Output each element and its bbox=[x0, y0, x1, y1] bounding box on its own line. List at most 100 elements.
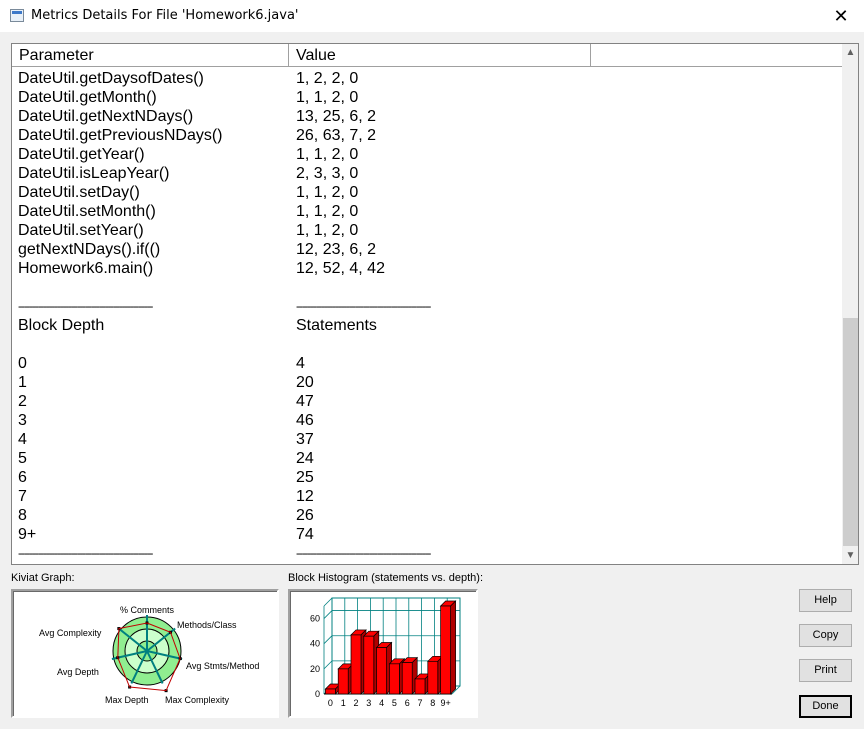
table-row[interactable]: 04 bbox=[12, 354, 842, 373]
histogram-x-tick-label: 7 bbox=[417, 698, 422, 708]
metrics-details-window: Metrics Details For File 'Homework6.java… bbox=[0, 0, 864, 729]
value-cell: 1, 1, 2, 0 bbox=[296, 222, 359, 239]
table-row[interactable]: DateUtil.getYear() 1, 1, 2, 0 bbox=[12, 145, 842, 164]
value-cell: ----------------------------------------… bbox=[296, 546, 431, 560]
value-cell: 47 bbox=[296, 393, 314, 410]
histogram-y-tick-label: 20 bbox=[310, 664, 320, 674]
histogram-bar bbox=[350, 634, 362, 695]
kiviat-axis-label: Max Depth bbox=[105, 695, 149, 705]
table-row[interactable]: DateUtil.getMonth() 1, 1, 2, 0 bbox=[12, 88, 842, 107]
value-cell: 1, 1, 2, 0 bbox=[296, 89, 359, 106]
table-row[interactable]: 4 37 bbox=[12, 430, 842, 449]
copy-button[interactable]: Copy bbox=[799, 624, 852, 647]
value-cell: 2, 3, 3, 0 bbox=[296, 165, 359, 182]
table-row[interactable] bbox=[12, 335, 842, 354]
histogram-bar-side bbox=[450, 600, 456, 695]
table-row[interactable] bbox=[12, 278, 842, 297]
table-row[interactable]: DateUtil.getPreviousNDays() 26, 63, 7, 2 bbox=[12, 126, 842, 145]
value-cell: 12, 23, 6, 2 bbox=[296, 241, 377, 258]
table-row[interactable]: ----------------------------------------… bbox=[12, 297, 842, 316]
value-cell: 46 bbox=[296, 412, 314, 429]
kiviat-axis-label: Max Complexity bbox=[165, 695, 230, 705]
parameter-cell: Homework6.main() bbox=[18, 260, 154, 277]
histogram-bar bbox=[440, 605, 451, 695]
metrics-list[interactable]: Parameter Value DateUtil.getDaysofDates(… bbox=[11, 43, 859, 565]
scroll-thumb[interactable] bbox=[843, 318, 858, 546]
help-button[interactable]: Help bbox=[799, 589, 852, 612]
histogram-y-tick-label: 0 bbox=[315, 689, 320, 699]
parameter-cell: DateUtil.getNextNDays() bbox=[18, 108, 194, 125]
histogram-y-tick-label: 60 bbox=[310, 614, 320, 624]
table-row[interactable]: 9+ 74 bbox=[12, 525, 842, 544]
histogram-x-tick-label: 1 bbox=[341, 698, 346, 708]
histogram-x-tick-label: 6 bbox=[405, 698, 410, 708]
histogram-bar bbox=[389, 663, 400, 695]
table-row[interactable]: 8 26 bbox=[12, 506, 842, 525]
parameter-cell: 3 bbox=[18, 412, 27, 429]
vertical-scrollbar[interactable]: ▲ ▼ bbox=[842, 44, 858, 564]
table-row[interactable]: 2 47 bbox=[12, 392, 842, 411]
scroll-up-icon[interactable]: ▲ bbox=[842, 44, 858, 61]
parameter-cell: ----------------------------------------… bbox=[18, 546, 153, 560]
histogram-grid-line bbox=[323, 635, 333, 644]
table-row[interactable]: Block Depth Statements bbox=[12, 316, 842, 335]
value-cell: 1, 1, 2, 0 bbox=[296, 146, 359, 163]
parameter-cell: ----------------------------------------… bbox=[18, 299, 153, 313]
kiviat-axis-label: Avg Stmts/Method bbox=[186, 661, 259, 671]
parameter-cell: DateUtil.isLeapYear() bbox=[18, 165, 170, 182]
column-header-value[interactable]: Value bbox=[289, 44, 591, 67]
histogram-y-tick-label: 40 bbox=[310, 639, 320, 649]
value-cell: 12 bbox=[296, 488, 314, 505]
parameter-cell: 9+ bbox=[18, 526, 37, 543]
histogram-x-tick-label: 9+ bbox=[440, 698, 450, 708]
parameter-cell: DateUtil.getYear() bbox=[18, 146, 145, 163]
table-row[interactable]: DateUtil.setMonth() 1, 1, 2, 0 bbox=[12, 202, 842, 221]
print-button[interactable]: Print bbox=[799, 659, 852, 682]
histogram-bar bbox=[414, 678, 426, 695]
histogram-bar bbox=[376, 647, 387, 695]
table-row[interactable]: 1 20 bbox=[12, 373, 842, 392]
parameter-cell: DateUtil.setMonth() bbox=[18, 203, 156, 220]
app-icon bbox=[10, 9, 24, 22]
parameter-cell: 6 bbox=[18, 469, 27, 486]
done-button[interactable]: Done bbox=[799, 695, 852, 718]
close-button[interactable]: ✕ bbox=[818, 0, 864, 32]
table-row[interactable]: 3 46 bbox=[12, 411, 842, 430]
table-row[interactable]: DateUtil.getDaysofDates() 1, 2, 2, 0 bbox=[12, 69, 842, 88]
value-cell: 1, 2, 2, 0 bbox=[296, 70, 359, 87]
histogram-grid-line bbox=[323, 660, 333, 670]
list-rows: DateUtil.getDaysofDates() 1, 2, 2, 0 DateU… bbox=[12, 69, 842, 563]
list-header: Parameter Value bbox=[12, 44, 842, 67]
table-row[interactable]: DateUtil.getNextNDays() 13, 25, 6, 2 bbox=[12, 107, 842, 126]
value-cell: Statements bbox=[296, 317, 377, 334]
parameter-cell: DateUtil.getMonth() bbox=[18, 89, 157, 106]
histogram-label: Block Histogram (statements vs. depth): bbox=[288, 572, 484, 584]
parameter-cell: getNextNDays().if(() bbox=[18, 241, 161, 258]
histogram-grid-line bbox=[323, 610, 333, 619]
table-row[interactable]: 6 25 bbox=[12, 468, 842, 487]
table-row[interactable]: DateUtil.setDay() 1, 1, 2, 0 bbox=[12, 183, 842, 202]
table-row[interactable]: DateUtil.isLeapYear() 2, 3, 3, 0 bbox=[12, 164, 842, 183]
table-row[interactable]: ----------------------------------------… bbox=[12, 544, 842, 563]
histogram-x-tick-label: 5 bbox=[392, 698, 397, 708]
table-row[interactable]: getNextNDays().if(() 12, 23, 6, 2 bbox=[12, 240, 842, 259]
histogram-bar bbox=[363, 635, 375, 695]
parameter-cell: DateUtil.getPreviousNDays() bbox=[18, 127, 223, 144]
table-row[interactable]: Homework6.main() 12, 52, 4, 42 bbox=[12, 259, 842, 278]
scroll-down-icon[interactable]: ▼ bbox=[842, 547, 858, 564]
kiviat-label: Kiviat Graph: bbox=[11, 572, 75, 584]
histogram-x-tick-label: 4 bbox=[379, 698, 384, 708]
table-row[interactable]: 5 24 bbox=[12, 449, 842, 468]
value-cell: 25 bbox=[296, 469, 314, 486]
parameter-cell: 7 bbox=[18, 488, 27, 505]
parameter-cell: 1 bbox=[18, 374, 27, 391]
column-header-parameter[interactable]: Parameter bbox=[12, 44, 289, 67]
value-cell: 12, 52, 4, 42 bbox=[296, 260, 385, 277]
table-row[interactable]: DateUtil.setYear() 1, 1, 2, 0 bbox=[12, 221, 842, 240]
parameter-cell: 2 bbox=[18, 393, 27, 410]
table-row[interactable]: 7 12 bbox=[12, 487, 842, 506]
parameter-cell: 4 bbox=[18, 431, 27, 448]
value-cell: 1, 1, 2, 0 bbox=[296, 203, 359, 220]
parameter-cell: DateUtil.getDaysofDates() bbox=[18, 70, 204, 87]
histogram-x-tick-label: 2 bbox=[353, 698, 358, 708]
